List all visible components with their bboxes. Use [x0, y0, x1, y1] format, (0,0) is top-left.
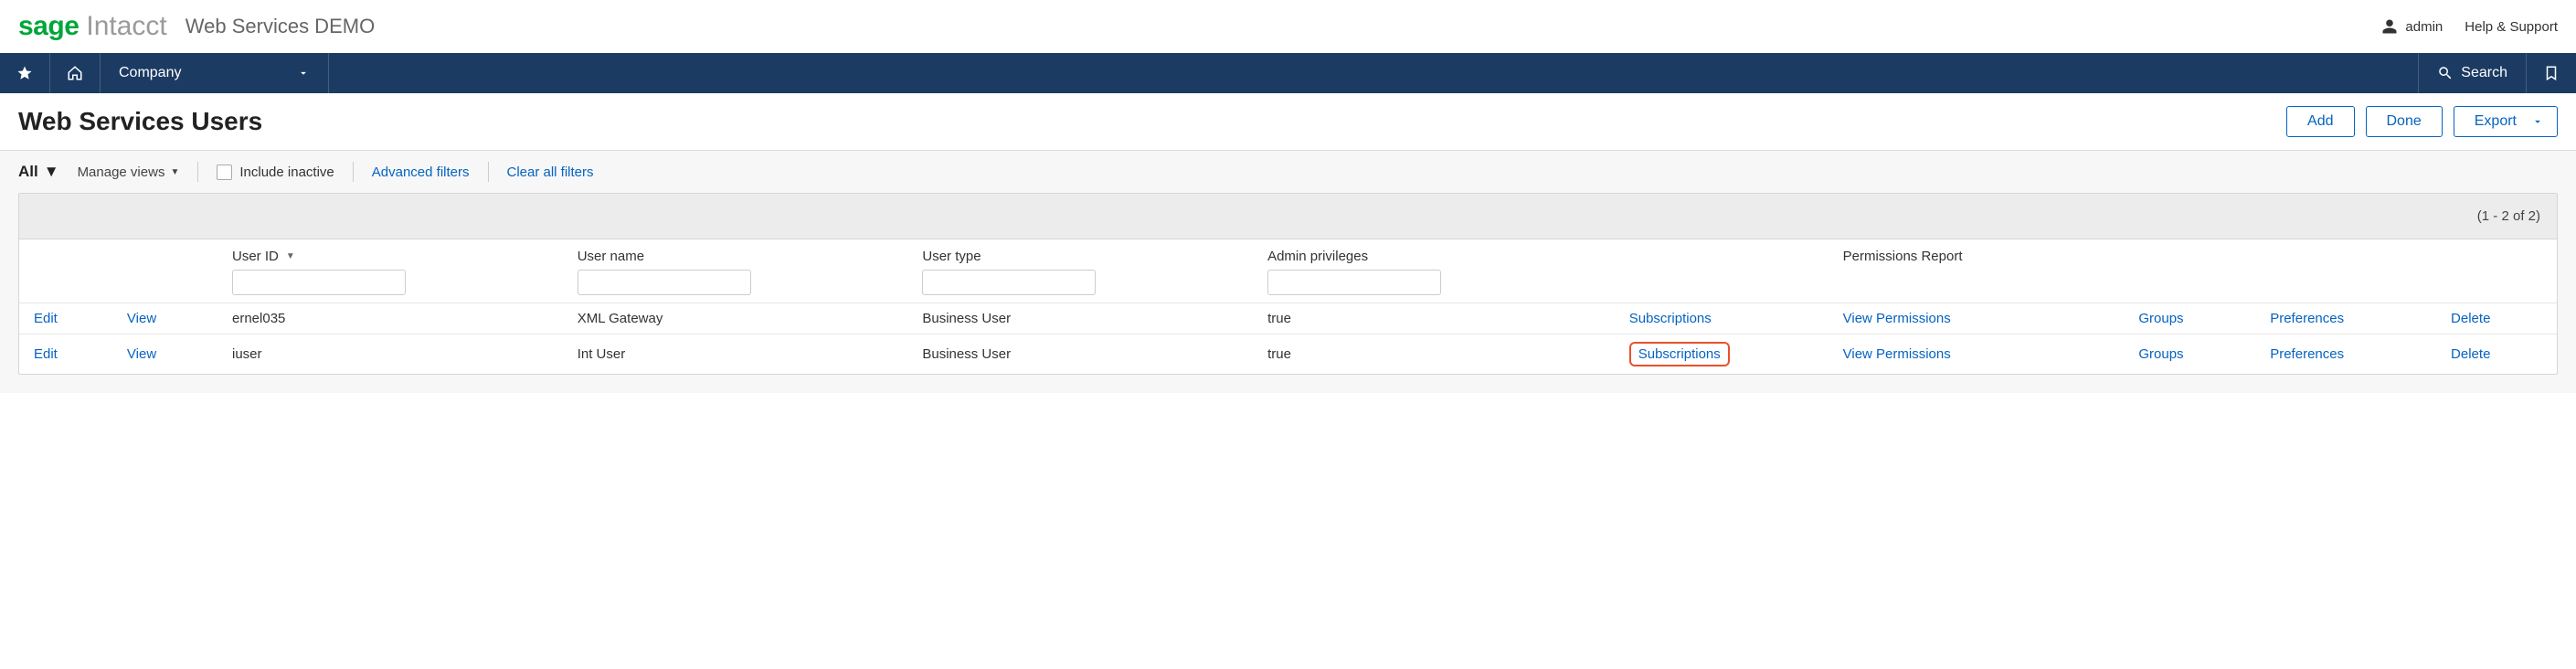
star-icon — [16, 65, 33, 81]
view-selector[interactable]: All ▼ — [18, 163, 59, 181]
userid-cell: ernel035 — [223, 303, 568, 334]
include-inactive-checkbox[interactable]: Include inactive — [217, 165, 334, 180]
divider — [353, 162, 354, 182]
nav-search-label: Search — [2461, 65, 2507, 81]
navbar: Company Search — [0, 53, 2576, 93]
username-cell: Int User — [568, 334, 914, 375]
page-header: Web Services Users Add Done Export — [0, 93, 2576, 151]
logo-intacct: Intacct — [86, 11, 166, 42]
page-title: Web Services Users — [18, 107, 262, 136]
usertype-cell: Business User — [913, 334, 1258, 375]
col-subs-header — [1620, 239, 1834, 303]
advanced-filters-link[interactable]: Advanced filters — [372, 165, 470, 180]
col-groups-header — [2129, 239, 2261, 303]
clear-filters-link[interactable]: Clear all filters — [507, 165, 594, 180]
nav-company-menu[interactable]: Company — [101, 53, 329, 93]
view-selector-label: All — [18, 163, 38, 181]
edit-link[interactable]: Edit — [34, 311, 58, 326]
table-container: (1 - 2 of 2) User ID ▼ User name — [18, 193, 2558, 375]
username-filter-input[interactable] — [578, 270, 751, 295]
caret-down-icon: ▼ — [170, 167, 179, 177]
subscriptions-link[interactable]: Subscriptions — [1629, 311, 1712, 326]
export-button-label: Export — [2475, 113, 2517, 130]
header-top: sage Intacct Web Services DEMO admin Hel… — [0, 0, 2576, 53]
sort-caret-icon: ▼ — [286, 251, 295, 261]
admin-filter-input[interactable] — [1267, 270, 1441, 295]
perm-header-label[interactable]: Permissions Report — [1843, 249, 1963, 264]
userid-filter-input[interactable] — [232, 270, 406, 295]
groups-link[interactable]: Groups — [2138, 311, 2183, 326]
nav-search[interactable]: Search — [2419, 53, 2527, 93]
view-permissions-link[interactable]: View Permissions — [1843, 346, 1951, 362]
col-perm-header: Permissions Report — [1834, 239, 2130, 303]
edit-link[interactable]: Edit — [34, 346, 58, 362]
divider — [488, 162, 489, 182]
manage-views-label: Manage views — [78, 165, 165, 180]
done-button[interactable]: Done — [2366, 106, 2443, 137]
checkbox-box — [217, 165, 232, 180]
col-admin-header: Admin privileges — [1258, 239, 1620, 303]
subscriptions-link[interactable]: Subscriptions — [1629, 342, 1730, 366]
table-summary: (1 - 2 of 2) — [19, 194, 2557, 239]
col-userid-header: User ID ▼ — [223, 239, 568, 303]
groups-link[interactable]: Groups — [2138, 346, 2183, 362]
chevron-down-icon — [297, 67, 310, 80]
help-support-link[interactable]: Help & Support — [2465, 19, 2558, 35]
users-table: User ID ▼ User name User type Ad — [19, 239, 2557, 374]
table-row: Edit View ernel035XML GatewayBusiness User… — [19, 303, 2557, 334]
view-link[interactable]: View — [127, 346, 156, 362]
logo: sage Intacct — [18, 11, 167, 42]
admin-cell: true — [1258, 334, 1620, 375]
userid-header-label[interactable]: User ID — [232, 249, 279, 264]
admin-cell: true — [1258, 303, 1620, 334]
nav-company-label: Company — [119, 65, 181, 81]
header-left: sage Intacct Web Services DEMO — [18, 11, 375, 42]
table-summary-text: (1 - 2 of 2) — [2477, 208, 2540, 224]
search-icon — [2437, 65, 2454, 81]
col-delete-header — [2442, 239, 2557, 303]
username-header-label[interactable]: User name — [578, 249, 644, 264]
col-view-header — [118, 239, 223, 303]
nav-home[interactable] — [50, 53, 101, 93]
export-button[interactable]: Export — [2454, 106, 2558, 137]
delete-link[interactable]: Delete — [2451, 311, 2490, 326]
chevron-down-icon — [2531, 115, 2544, 128]
nav-bookmark[interactable] — [2527, 53, 2576, 93]
col-usertype-header: User type — [913, 239, 1258, 303]
manage-views[interactable]: Manage views ▼ — [78, 165, 180, 180]
col-username-header: User name — [568, 239, 914, 303]
user-icon — [2381, 18, 2398, 35]
bookmark-icon — [2543, 65, 2560, 81]
col-prefs-header — [2261, 239, 2442, 303]
col-edit-header — [19, 239, 118, 303]
user-name: admin — [2405, 19, 2443, 35]
include-inactive-label: Include inactive — [239, 165, 334, 180]
view-permissions-link[interactable]: View Permissions — [1843, 311, 1951, 326]
divider — [197, 162, 198, 182]
userid-cell: iuser — [223, 334, 568, 375]
nav-star[interactable] — [0, 53, 50, 93]
preferences-link[interactable]: Preferences — [2270, 311, 2344, 326]
app-title: Web Services DEMO — [186, 15, 375, 38]
logo-sage: sage — [18, 11, 79, 42]
table-wrap: (1 - 2 of 2) User ID ▼ User name — [0, 193, 2576, 393]
add-button[interactable]: Add — [2286, 106, 2354, 137]
header-right: admin Help & Support — [2381, 18, 2558, 35]
delete-link[interactable]: Delete — [2451, 346, 2490, 362]
username-cell: XML Gateway — [568, 303, 914, 334]
view-link[interactable]: View — [127, 311, 156, 326]
admin-header-label[interactable]: Admin privileges — [1267, 249, 1368, 264]
filter-bar: All ▼ Manage views ▼ Include inactive Ad… — [0, 151, 2576, 193]
user-menu[interactable]: admin — [2381, 18, 2443, 35]
nav-spacer — [329, 53, 2419, 93]
table-row: Edit View iuserInt UserBusiness Usertrue Su… — [19, 334, 2557, 375]
usertype-header-label[interactable]: User type — [922, 249, 981, 264]
home-icon — [67, 65, 83, 81]
usertype-cell: Business User — [913, 303, 1258, 334]
caret-down-icon: ▼ — [44, 163, 59, 181]
preferences-link[interactable]: Preferences — [2270, 346, 2344, 362]
usertype-filter-input[interactable] — [922, 270, 1096, 295]
action-buttons: Add Done Export — [2286, 106, 2558, 137]
